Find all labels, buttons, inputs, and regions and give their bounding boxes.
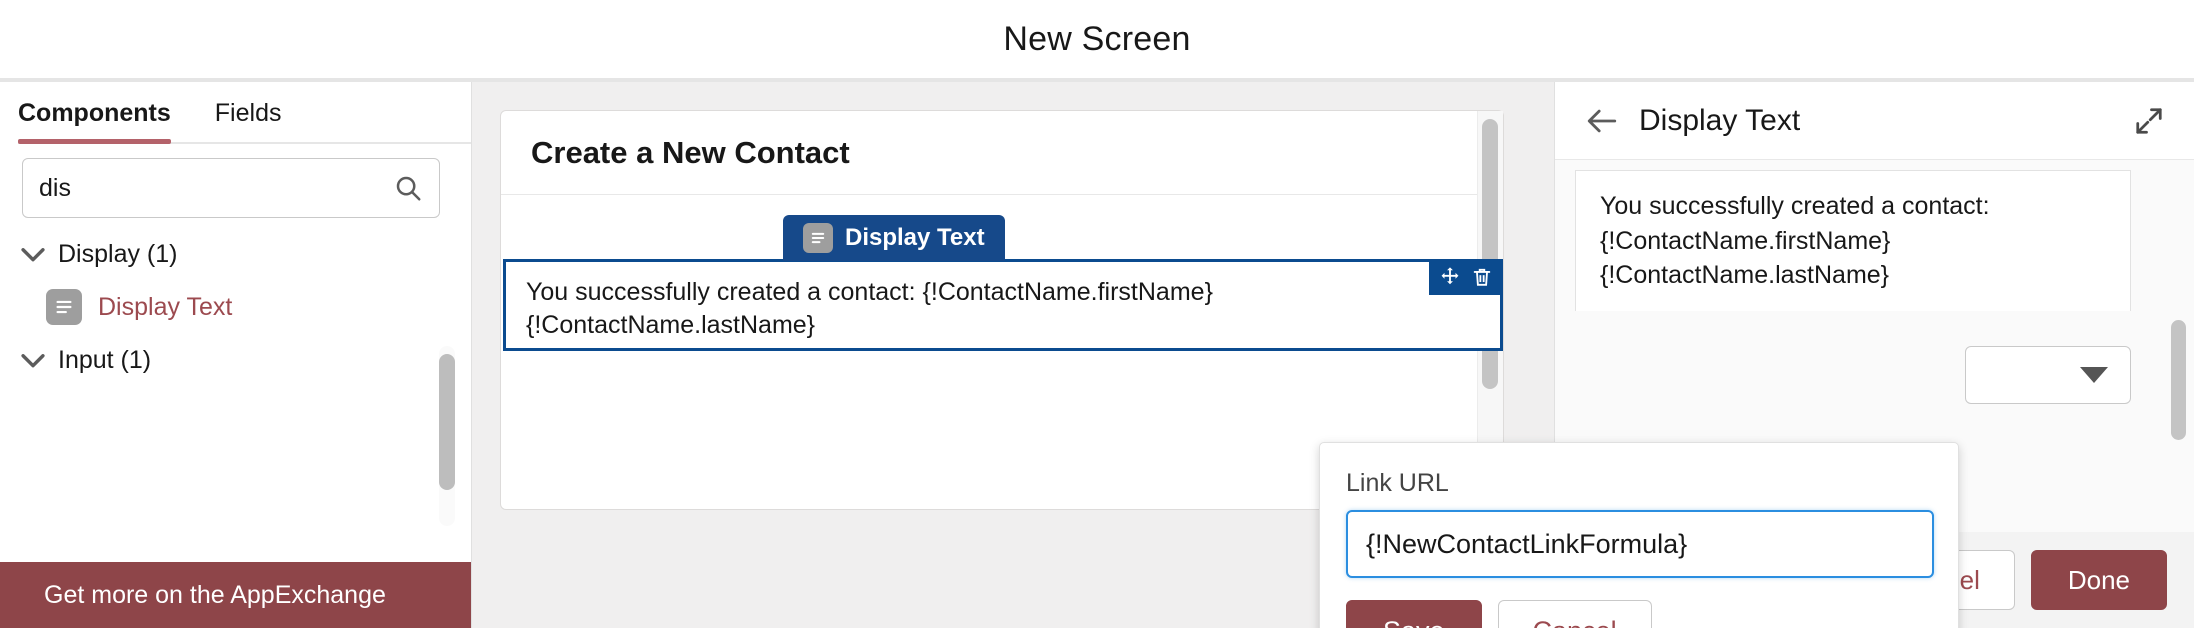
search-box[interactable] [22, 158, 440, 218]
components-sidebar: Components Fields dis Display (1) Displa… [0, 82, 472, 628]
expand-icon[interactable] [2134, 106, 2164, 136]
sidebar-scrollbar-thumb[interactable] [439, 354, 455, 490]
appexchange-label: Get more on the AppExchange [44, 580, 386, 609]
display-text-value-field[interactable]: You successfully created a contact: {!Co… [1575, 170, 2131, 311]
screen-builder-app: New Screen Components Fields dis Display… [0, 0, 2194, 628]
screen-preview-title: Create a New Contact [531, 134, 850, 170]
sidebar-tabs: Components Fields [0, 82, 471, 144]
tree-group-display-label: Display (1) [58, 239, 178, 268]
workarea: Components Fields dis Display (1) Displa… [0, 82, 2194, 628]
screen-preview-header: Create a New Contact [501, 111, 1503, 195]
display-text-icon [803, 223, 833, 253]
selected-display-text-component[interactable]: You successfully created a contact: {!Co… [503, 259, 1503, 351]
tree-group-display[interactable]: Display (1) [0, 228, 471, 280]
rich-text-format-dropdown[interactable] [1965, 346, 2131, 404]
tree-item-display-text-label: Display Text [98, 292, 233, 321]
chevron-down-icon [16, 343, 50, 377]
delete-icon[interactable] [1471, 266, 1493, 288]
move-icon[interactable] [1439, 266, 1461, 288]
tree-item-display-text[interactable]: Display Text [0, 280, 471, 334]
search-icon[interactable] [393, 173, 423, 203]
properties-scrollbar-thumb[interactable] [2171, 320, 2186, 440]
search-input[interactable] [39, 173, 393, 203]
properties-panel-header: Display Text [1555, 82, 2194, 160]
selected-component-text: You successfully created a contact: {!Co… [526, 278, 1213, 339]
page-title: New Screen [1003, 19, 1191, 58]
component-type-tab[interactable]: Display Text [783, 215, 1005, 261]
properties-panel-title: Display Text [1639, 103, 1801, 137]
display-text-icon [46, 289, 82, 325]
tree-group-input-label: Input (1) [58, 345, 152, 374]
chevron-down-icon [16, 237, 50, 271]
link-url-label: Link URL [1346, 469, 1449, 497]
arrow-left-icon[interactable] [1585, 104, 1619, 138]
link-url-input[interactable] [1346, 510, 1934, 578]
component-tree: Display (1) Display Text Input (1) [0, 228, 471, 562]
chevron-down-icon [2080, 367, 2108, 383]
appexchange-button[interactable]: Get more on the AppExchange [0, 562, 471, 628]
titlebar: New Screen [0, 0, 2194, 78]
component-action-bar [1429, 259, 1503, 295]
tab-components-label: Components [18, 99, 171, 127]
tab-fields-label: Fields [214, 99, 282, 127]
tree-group-input[interactable]: Input (1) [0, 334, 471, 386]
link-url-popover: Link URL Save Cancel [1319, 442, 1959, 628]
tab-components[interactable]: Components [18, 99, 189, 144]
component-type-tab-label: Display Text [845, 224, 985, 251]
save-button[interactable]: Save [1346, 600, 1482, 628]
done-button[interactable]: Done [2030, 550, 2167, 610]
search-area [0, 144, 471, 218]
popover-cancel-button[interactable]: Cancel [1497, 600, 1652, 628]
link-url-actions: Save Cancel [1346, 600, 1932, 628]
tab-fields[interactable]: Fields [215, 99, 300, 144]
